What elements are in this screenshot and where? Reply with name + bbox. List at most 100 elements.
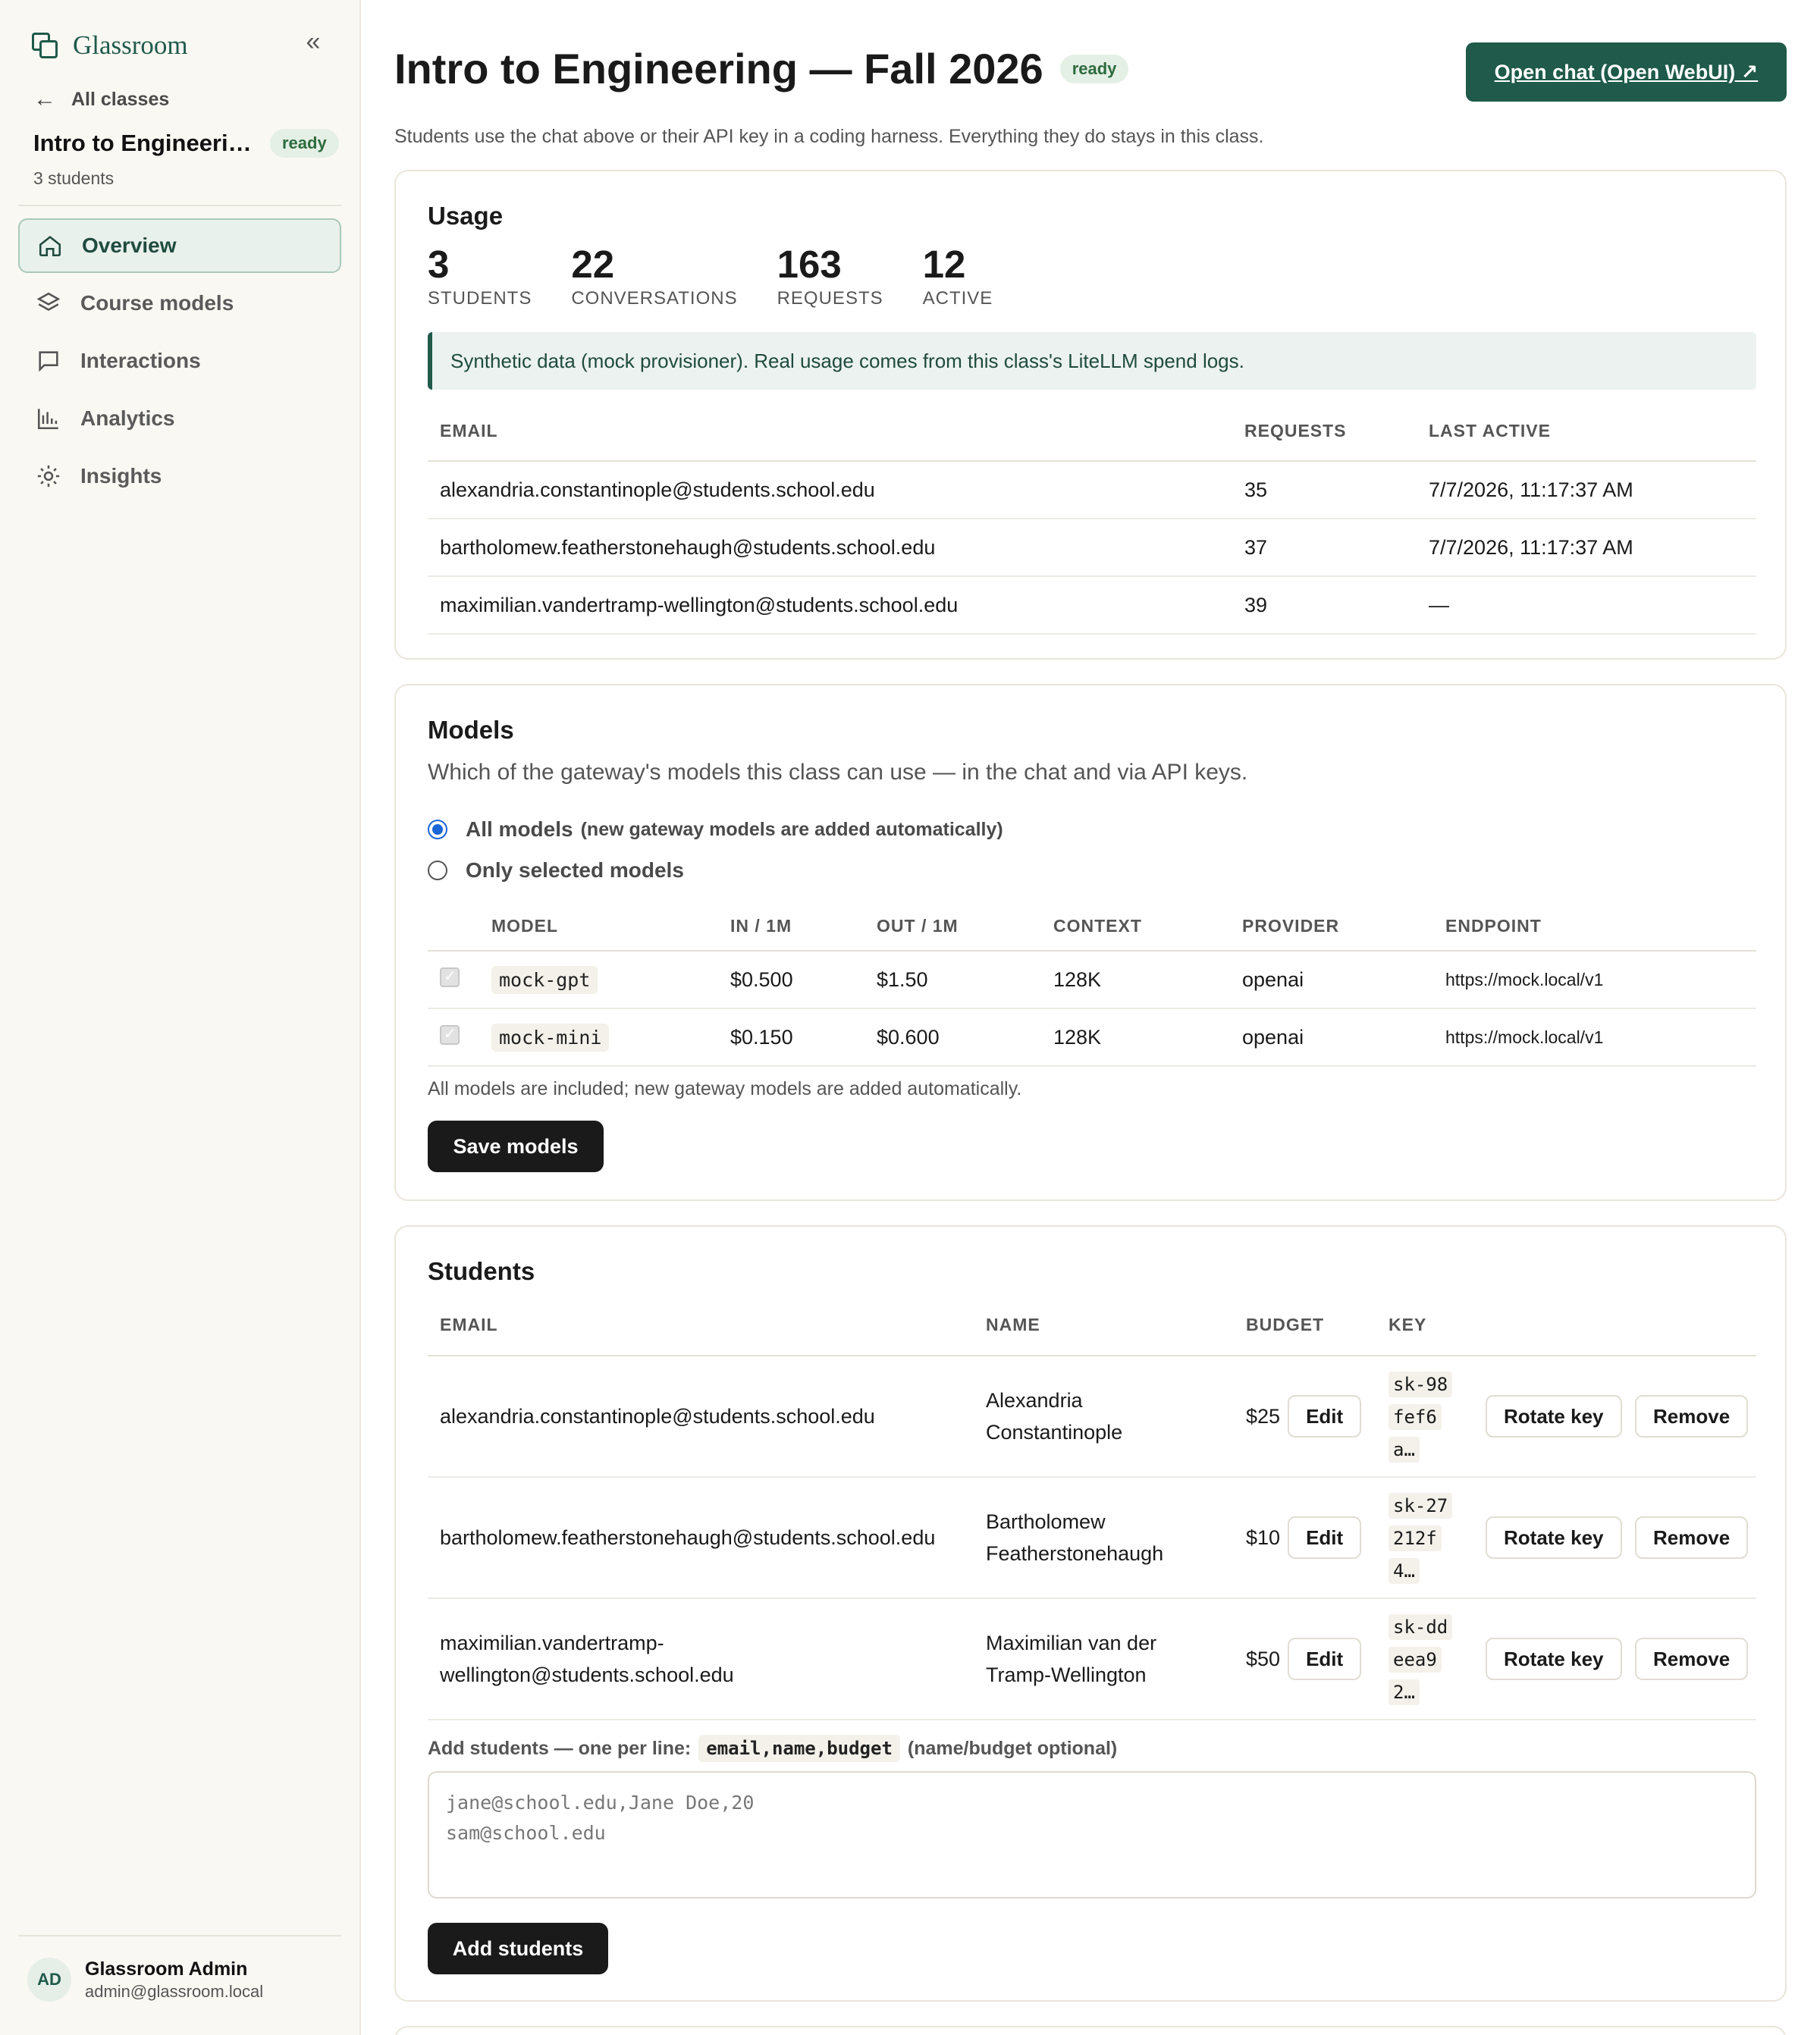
column-header-provider: PROVIDER xyxy=(1230,902,1433,952)
sidebar-item-insights[interactable]: Insights xyxy=(18,449,341,503)
usage-card: Usage 3 STUDENTS 22 CONVERSATIONS 163 RE… xyxy=(394,170,1787,660)
edit-budget-button[interactable]: Edit xyxy=(1288,1395,1362,1438)
model-name: mock-gpt xyxy=(491,965,598,994)
students-card: Students EMAIL NAME BUDGET KEY alexandri… xyxy=(394,1225,1787,2002)
remove-student-button[interactable]: Remove xyxy=(1635,1395,1749,1438)
model-name: mock-mini xyxy=(491,1023,610,1052)
add-students-textarea[interactable]: jane@school.edu,Jane Doe,20 sam@school.e… xyxy=(428,1771,1756,1899)
actions-cell: Rotate key Remove xyxy=(1473,1598,1756,1720)
class-name: Intro to Engineering — Fall 2026 xyxy=(33,130,253,156)
model-cell: mock-gpt xyxy=(479,951,718,1009)
edit-budget-button[interactable]: Edit xyxy=(1288,1638,1362,1680)
table-row: mock-mini $0.150 $0.600 128K openai http… xyxy=(428,1008,1756,1067)
collapse-sidebar-icon[interactable]: « xyxy=(300,29,326,56)
models-footnote: All models are included; new gateway mod… xyxy=(428,1078,1022,1099)
api-key: sk-dd eea9 2… xyxy=(1389,1610,1457,1708)
email-cell: maximilian.vandertramp- wellington@stude… xyxy=(428,1598,974,1720)
rotate-key-button[interactable]: Rotate key xyxy=(1486,1395,1622,1438)
column-header-budget: BUDGET xyxy=(1234,1295,1376,1356)
out-price-cell: $0.600 xyxy=(864,1008,1041,1067)
divider xyxy=(18,1935,341,1936)
column-header-key: KEY xyxy=(1376,1295,1473,1356)
class-header: Intro to Engineering — Fall 2026 ready xyxy=(33,129,339,158)
stat-label: CONVERSATIONS xyxy=(571,288,738,309)
actions-cell: Rotate key Remove xyxy=(1473,1477,1756,1599)
arrow-left-icon: ← xyxy=(33,86,56,111)
budget-cell: $50 Edit xyxy=(1234,1598,1376,1720)
sidebar: Glassroom « ← All classes Intro to Engin… xyxy=(0,0,361,2035)
key-fragment: 212f xyxy=(1389,1525,1442,1551)
home-icon xyxy=(36,232,64,259)
page-subtitle: Students use the chat above or their API… xyxy=(394,126,1264,147)
stat-value: 3 xyxy=(428,243,450,286)
rotate-key-button[interactable]: Rotate key xyxy=(1486,1516,1622,1559)
edit-budget-button[interactable]: Edit xyxy=(1288,1516,1362,1559)
avatar: AD xyxy=(27,1958,71,2002)
context-cell: 128K xyxy=(1041,1008,1230,1067)
column-header-endpoint: ENDPOINT xyxy=(1433,902,1756,952)
bar-chart-icon xyxy=(35,405,62,432)
add-label-format: email,name,budget xyxy=(698,1735,900,1762)
email-cell: bartholomew.featherstonehaugh@students.s… xyxy=(428,519,1232,577)
checkbox-cell xyxy=(428,1008,479,1067)
sidebar-item-course-models[interactable]: Course models xyxy=(18,276,341,331)
column-header-requests: REQUESTS xyxy=(1232,402,1417,462)
in-price-cell: $0.500 xyxy=(718,951,864,1009)
stat-label: REQUESTS xyxy=(777,288,883,309)
sidebar-item-label: Insights xyxy=(80,464,162,488)
requests-cell: 37 xyxy=(1232,519,1417,577)
model-checkbox[interactable] xyxy=(440,1024,460,1045)
email-line: wellington@students.school.edu xyxy=(440,1663,734,1686)
stat-active: 12 ACTIVE xyxy=(923,243,993,309)
back-to-all-classes-link[interactable]: ← All classes xyxy=(33,86,169,112)
column-header-model: MODEL xyxy=(479,902,718,952)
synthetic-data-notice: Synthetic data (mock provisioner). Real … xyxy=(428,332,1756,390)
back-label: All classes xyxy=(71,88,170,110)
page-title: Intro to Engineering — Fall 2026 ready xyxy=(394,44,1129,93)
radio-all-models[interactable]: All models (new gateway models are added… xyxy=(428,817,1003,842)
key-fragment: sk-dd xyxy=(1389,1613,1453,1640)
radio-button-selected-models[interactable] xyxy=(428,861,447,880)
save-models-button[interactable]: Save models xyxy=(428,1121,604,1172)
page-title-text: Intro to Engineering — Fall 2026 xyxy=(394,45,1043,92)
last-active-cell: — xyxy=(1417,576,1756,635)
add-students-button[interactable]: Add students xyxy=(428,1923,608,1974)
key-fragment: eea9 xyxy=(1389,1646,1442,1673)
name-cell: Maximilian van der Tramp-Wellington xyxy=(974,1598,1234,1720)
key-fragment: a… xyxy=(1389,1436,1420,1463)
stat-value: 12 xyxy=(922,243,966,286)
stat-students: 3 STUDENTS xyxy=(428,243,532,309)
remove-student-button[interactable]: Remove xyxy=(1635,1638,1749,1680)
radio-selected-models[interactable]: Only selected models xyxy=(428,858,684,883)
stat-label: STUDENTS xyxy=(428,288,532,309)
name-line: Tramp-Wellington xyxy=(986,1663,1147,1686)
sidebar-item-interactions[interactable]: Interactions xyxy=(18,334,341,388)
glassroom-logo-icon xyxy=(30,31,59,60)
layers-icon xyxy=(35,290,62,317)
table-row: bartholomew.featherstonehaugh@students.s… xyxy=(428,1477,1756,1599)
radio-button-all-models[interactable] xyxy=(428,820,447,839)
brand[interactable]: Glassroom xyxy=(30,27,188,64)
sidebar-item-label: Analytics xyxy=(80,406,175,430)
api-key: sk-98 fef6 a… xyxy=(1389,1368,1457,1466)
remove-student-button[interactable]: Remove xyxy=(1635,1516,1749,1559)
sidebar-item-analytics[interactable]: Analytics xyxy=(18,391,341,446)
sidebar-item-label: Course models xyxy=(80,291,234,315)
key-fragment: sk-27 xyxy=(1389,1492,1453,1519)
table-row: alexandria.constantinople@students.schoo… xyxy=(428,461,1756,519)
user-profile[interactable]: AD Glassroom Admin admin@glassroom.local xyxy=(27,1958,263,2002)
in-price-cell: $0.150 xyxy=(718,1008,864,1067)
email-cell: maximilian.vandertramp-wellington@studen… xyxy=(428,576,1232,635)
name-line: Constantinople xyxy=(986,1421,1123,1444)
table-row: maximilian.vandertramp-wellington@studen… xyxy=(428,576,1756,635)
model-checkbox[interactable] xyxy=(440,967,460,987)
rotate-key-button[interactable]: Rotate key xyxy=(1486,1638,1622,1680)
context-cell: 128K xyxy=(1041,951,1230,1009)
model-cell: mock-mini xyxy=(479,1008,718,1067)
sidebar-item-overview[interactable]: Overview xyxy=(18,218,341,273)
models-card: Models Which of the gateway's models thi… xyxy=(394,684,1787,1201)
key-fragment: fef6 xyxy=(1389,1403,1442,1430)
api-key: sk-27 212f 4… xyxy=(1389,1489,1457,1587)
add-label-suffix: (name/budget optional) xyxy=(907,1737,1118,1759)
open-chat-button[interactable]: Open chat (Open WebUI) ↗ xyxy=(1466,42,1787,102)
